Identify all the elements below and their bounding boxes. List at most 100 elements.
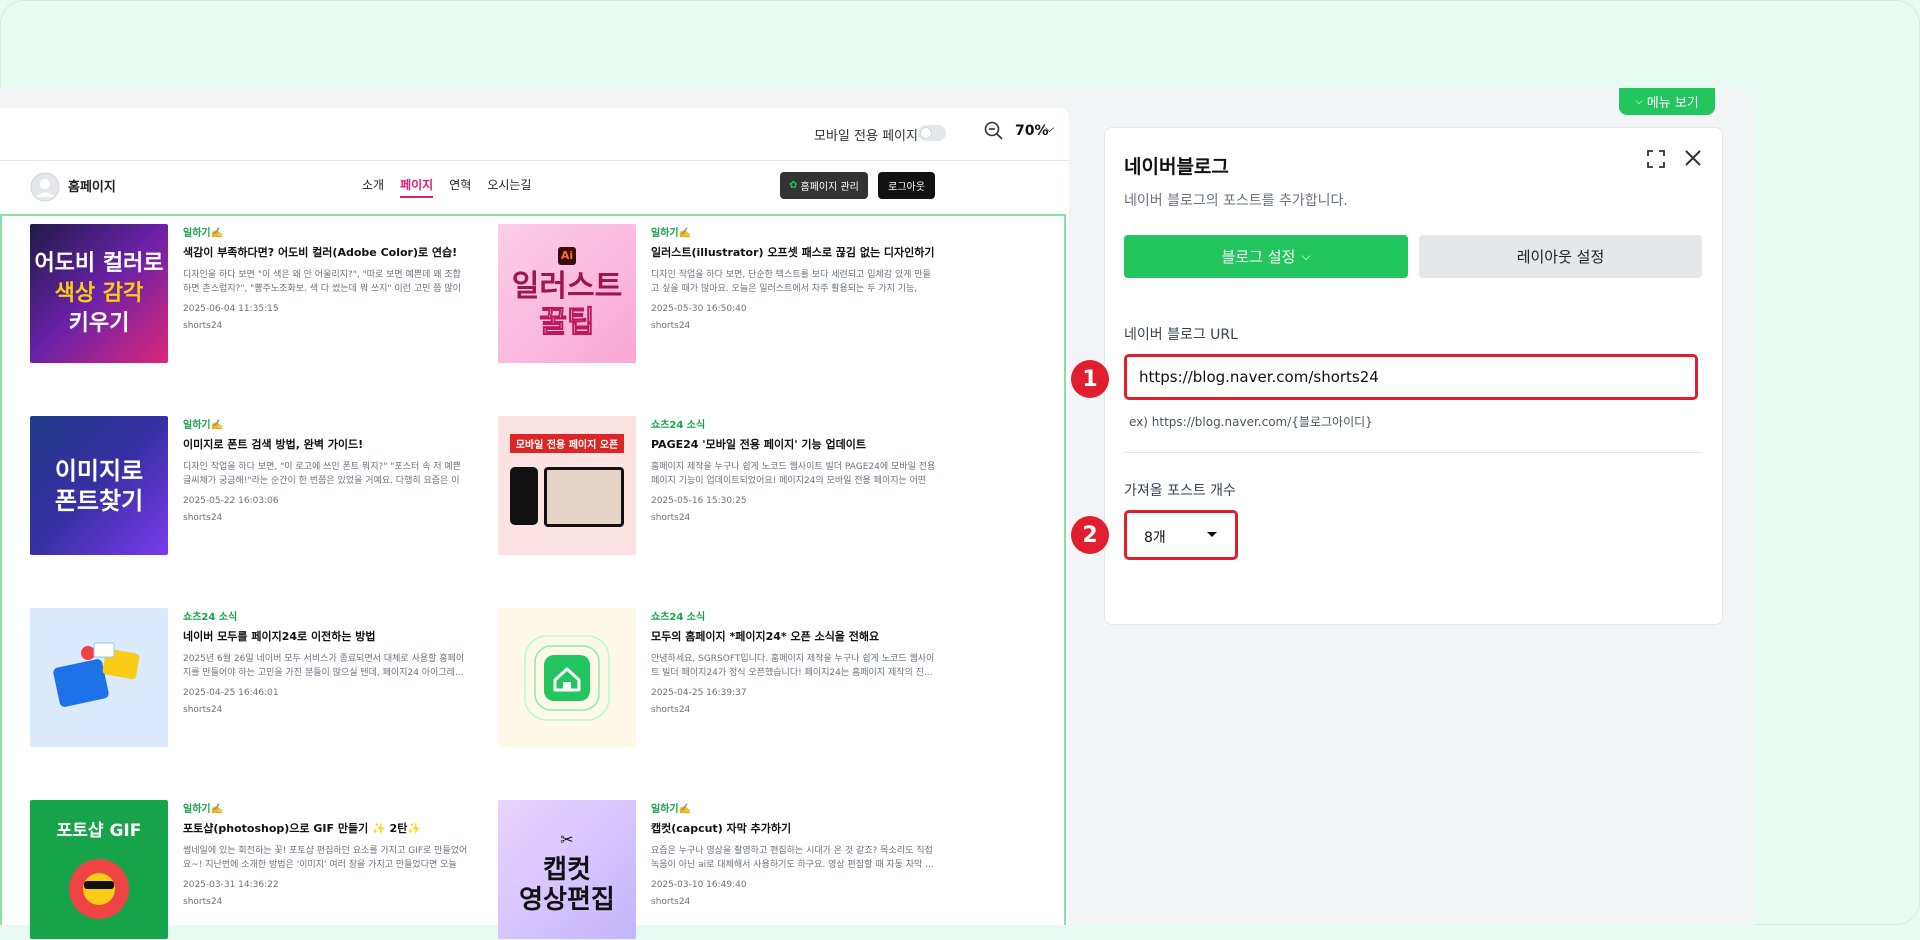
post-thumbnail-text: 모바일 전용 페이지 오픈	[509, 434, 625, 453]
post-title: 캡컷(capcut) 자막 추가하기	[651, 822, 792, 835]
chevron-down-icon: ⌵	[1301, 249, 1311, 263]
post-category: 일하기✍️	[651, 804, 692, 815]
post-thumbnail: 포토샵 GIF	[30, 800, 168, 939]
post-excerpt: 디자인 작업을 하다 보면, "이 로고에 쓰인 폰트 뭐지?" "포스터 속 …	[183, 462, 461, 486]
post-card[interactable]: 이미지로 폰트찾기 일하기✍️ 이미지로 폰트 검색 방법, 완벽 가이드! 디자…	[30, 416, 470, 556]
step-marker-2: 2	[1071, 516, 1109, 554]
flower-icon	[69, 859, 129, 919]
post-title: 모두의 홈페이지 *페이지24* 오픈 소식을 전해요	[651, 630, 880, 643]
post-title: 포토샵(photoshop)으로 GIF 만들기 ✨ 2탄✨	[183, 822, 422, 835]
nav-item-about[interactable]: 소개	[362, 176, 384, 198]
post-date: 2025-05-22 16:03:06	[183, 496, 279, 506]
zoom-out-icon[interactable]	[983, 120, 1005, 142]
post-author: shorts24	[651, 705, 691, 715]
post-thumbnail-text: 캡컷 영상편집	[519, 854, 615, 915]
post-thumbnail	[30, 608, 168, 747]
menu-toggle-button[interactable]: ⌵ 메뉴 보기	[1619, 88, 1715, 115]
post-category: 쇼츠24 소식	[651, 420, 706, 431]
post-thumbnail: ✂ 캡컷 영상편집	[498, 800, 636, 939]
post-excerpt: 홈페이지 제작을 누구나 쉽게 노코드 웹사이트 빌더 PAGE24에 모바일 …	[651, 462, 936, 486]
site-nav: 소개 페이지 연혁 오시는길	[362, 176, 531, 198]
post-date: 2025-05-16 15:30:25	[651, 496, 747, 506]
post-thumbnail: 어도비 컬러로 색상 감각 키우기	[30, 224, 168, 363]
post-category: 일하기✍️	[651, 228, 692, 239]
post-category: 일하기✍️	[183, 228, 224, 239]
post-count-value: 8개	[1144, 530, 1166, 546]
post-thumbnail: 모바일 전용 페이지 오픈	[498, 416, 636, 555]
post-excerpt: 디자인을 하다 보면 "이 색은 왜 안 어울리지?", "따로 보면 예쁜데 …	[183, 270, 461, 294]
manage-homepage-label: 홈페이지 관리	[800, 182, 859, 193]
gear-icon: ✿	[789, 180, 798, 191]
mobile-only-label: 모바일 전용 페이지	[814, 129, 918, 144]
divider	[1124, 452, 1702, 453]
post-category: 쇼츠24 소식	[651, 612, 706, 623]
step-marker-1: 1	[1071, 360, 1109, 398]
nav-item-page[interactable]: 페이지	[400, 176, 434, 198]
post-title: 네이버 모두를 페이지24로 이전하는 방법	[183, 630, 376, 643]
blog-url-input[interactable]	[1124, 354, 1698, 400]
post-card[interactable]: 포토샵 GIF 일하기✍️ 포토샵(photoshop)으로 GIF 만들기 ✨…	[30, 800, 470, 940]
expand-icon[interactable]	[1645, 148, 1667, 170]
post-title: 이미지로 폰트 검색 방법, 완벽 가이드!	[183, 438, 364, 451]
post-thumbnail	[498, 608, 636, 747]
post-card[interactable]: 어도비 컬러로 색상 감각 키우기 일하기✍️ 색감이 부족하다면? 어도비 컬러(…	[30, 224, 470, 364]
toggle-knob	[920, 127, 932, 139]
panel-title: 네이버블로그	[1124, 156, 1229, 178]
chevron-down-icon[interactable]: ⌵	[1045, 121, 1054, 136]
post-title: 일러스트(illustrator) 오프셋 패스로 끊김 없는 디자인하기	[651, 246, 935, 259]
post-card[interactable]: 쇼츠24 소식 네이버 모두를 페이지24로 이전하는 방법 2025년 6월 …	[30, 608, 470, 748]
post-card[interactable]: Ai 일러스트 꿀팁 일하기✍️ 일러스트(illustrator) 오프셋 패스…	[498, 224, 938, 364]
post-card[interactable]: 모바일 전용 페이지 오픈 쇼츠24 소식 PAGE24 '모바일 전용 페이지…	[498, 416, 938, 556]
preview-toolbar: 모바일 전용 페이지 70% ⌵	[0, 108, 1069, 161]
post-thumbnail: 이미지로 폰트찾기	[30, 416, 168, 555]
post-excerpt: 요즘은 누구나 영상을 촬영하고 편집하는 시대가 온 것 같죠? 목소리도 직…	[651, 846, 934, 870]
post-author: shorts24	[183, 897, 223, 907]
nav-item-history[interactable]: 연혁	[449, 176, 471, 198]
post-count-label: 가져올 포스트 개수	[1124, 483, 1236, 499]
site-name: 홈페이지	[68, 180, 116, 195]
folder-icon	[53, 642, 140, 707]
post-excerpt: 디자인 작업을 하다 보면, 단순한 텍스트를 보다 세련되고 입체감 있게 만…	[651, 270, 931, 294]
post-date: 2025-04-25 16:39:37	[651, 688, 747, 698]
post-date: 2025-03-31 14:36:22	[183, 880, 279, 890]
panel-subtitle: 네이버 블로그의 포스트를 추가합니다.	[1124, 193, 1348, 209]
nav-item-directions[interactable]: 오시는길	[487, 176, 531, 198]
tab-blog-settings[interactable]: 블로그 설정 ⌵	[1124, 235, 1408, 278]
avatar	[30, 172, 60, 202]
post-author: shorts24	[651, 897, 691, 907]
menu-toggle-label: 메뉴 보기	[1646, 96, 1699, 111]
blog-url-example: ex) https://blog.naver.com/{블로그아이디}	[1129, 415, 1373, 429]
post-category: 쇼츠24 소식	[183, 612, 238, 623]
post-author: shorts24	[183, 705, 223, 715]
close-icon[interactable]	[1682, 147, 1704, 169]
device-mockup	[510, 467, 624, 527]
post-card[interactable]: ✂ 캡컷 영상편집 일하기✍️ 캡컷(capcut) 자막 추가하기 요즘은 누…	[498, 800, 938, 940]
post-author: shorts24	[651, 321, 691, 331]
post-title: 색감이 부족하다면? 어도비 컬러(Adobe Color)로 연습!	[183, 246, 458, 259]
post-date: 2025-04-25 16:46:01	[183, 688, 279, 698]
manage-homepage-button[interactable]: ✿ 홈페이지 관리	[780, 172, 868, 199]
post-count-select[interactable]: 8개	[1124, 510, 1238, 560]
illustrator-icon: Ai	[558, 246, 576, 265]
post-author: shorts24	[651, 513, 691, 523]
post-card[interactable]: 쇼츠24 소식 모두의 홈페이지 *페이지24* 오픈 소식을 전해요 안녕하세…	[498, 608, 938, 748]
logout-button[interactable]: 로그아웃	[878, 172, 935, 199]
zoom-level[interactable]: 70%	[1015, 123, 1049, 139]
post-title: PAGE24 '모바일 전용 페이지' 기능 업데이트	[651, 438, 866, 451]
mobile-only-toggle[interactable]	[918, 125, 946, 141]
naver-blog-settings-panel: 네이버블로그 네이버 블로그의 포스트를 추가합니다. 블로그 설정 ⌵ 레이아…	[1104, 127, 1723, 625]
post-excerpt: 2025년 6월 26일 네이버 모두 서비스가 종료되면서 대체로 사용할 홈…	[183, 654, 465, 678]
post-thumbnail: Ai 일러스트 꿀팁	[498, 224, 636, 363]
post-category: 일하기✍️	[183, 804, 224, 815]
post-date: 2025-06-04 11:35:15	[183, 304, 279, 314]
blog-url-label: 네이버 블로그 URL	[1124, 327, 1238, 343]
capcut-logo-icon: ✂	[560, 829, 574, 849]
post-excerpt: 썸네일에 있는 회전하는 꽃! 포토샵 편집하던 요소를 가지고 GIF로 만들…	[183, 846, 468, 870]
post-date: 2025-03-10 16:49:40	[651, 880, 747, 890]
chevron-down-icon: ⌵	[1635, 96, 1643, 107]
home-icon	[524, 634, 610, 721]
tab-layout-settings[interactable]: 레이아웃 설정	[1419, 235, 1702, 278]
post-date: 2025-05-30 16:50:40	[651, 304, 747, 314]
post-author: shorts24	[183, 513, 223, 523]
caret-down-icon	[1207, 532, 1217, 537]
